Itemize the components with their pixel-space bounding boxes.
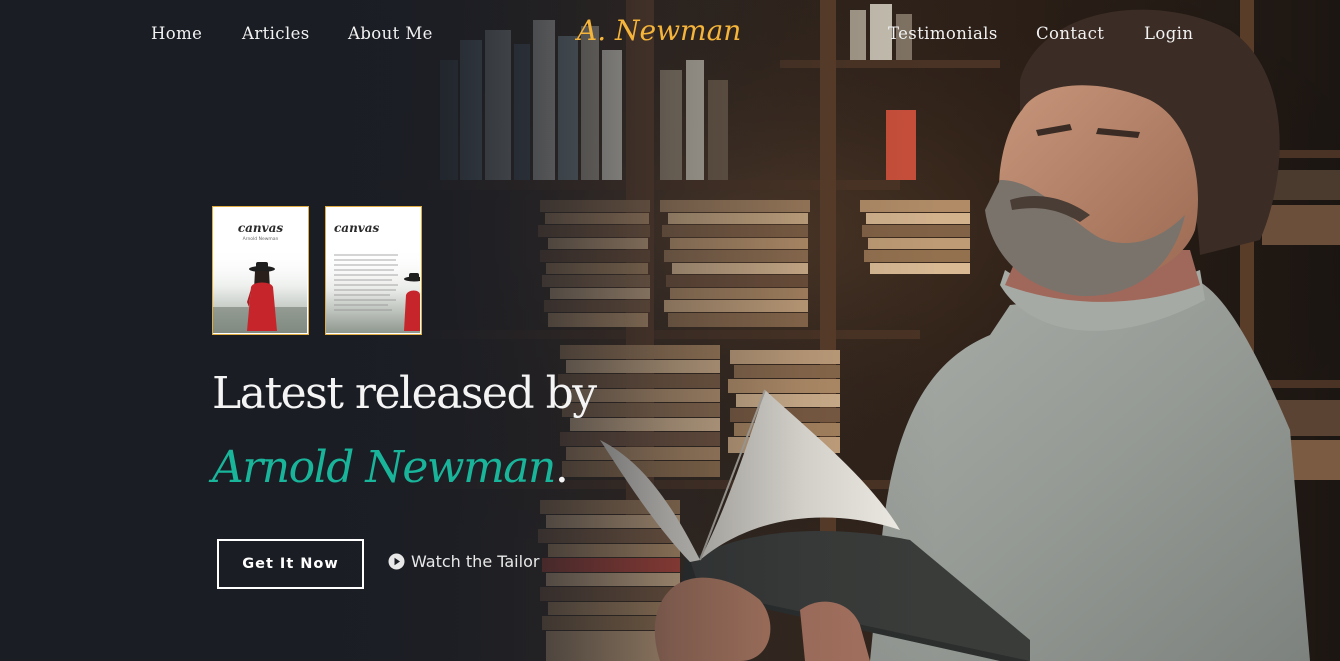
book-cover-front[interactable]: canvas Arnold Newman <box>212 206 309 335</box>
hero-author-name: Arnold Newman <box>212 442 556 493</box>
nav-contact-link[interactable]: Contact <box>1036 24 1104 43</box>
book-cover-back-illustration <box>326 247 420 333</box>
hero-author-line: Arnold Newman. <box>212 442 569 493</box>
nav-articles-link[interactable]: Articles <box>242 24 310 43</box>
play-circle-icon <box>388 553 405 570</box>
hero-overlay <box>0 0 1340 661</box>
nav-about-link[interactable]: About Me <box>348 24 433 43</box>
nav-home-link[interactable]: Home <box>151 24 202 43</box>
book-cover-back[interactable]: canvas <box>325 206 422 335</box>
watch-trailer-label: Watch the Tailor <box>411 552 540 571</box>
get-it-now-label: Get It Now <box>242 556 339 572</box>
watch-trailer-link[interactable]: Watch the Tailor <box>388 552 539 571</box>
hero-author-punct: . <box>554 442 569 493</box>
nav-login-link[interactable]: Login <box>1144 24 1193 43</box>
brand-logo[interactable]: A. Newman <box>577 14 741 47</box>
book-cover-illustration <box>213 247 307 333</box>
get-it-now-button[interactable]: Get It Now <box>217 539 364 589</box>
hero-section: Home Articles About Me A. Newman Testimo… <box>0 0 1340 661</box>
nav-testimonials-link[interactable]: Testimonials <box>888 24 998 43</box>
hero-headline: Latest released by <box>212 368 597 419</box>
